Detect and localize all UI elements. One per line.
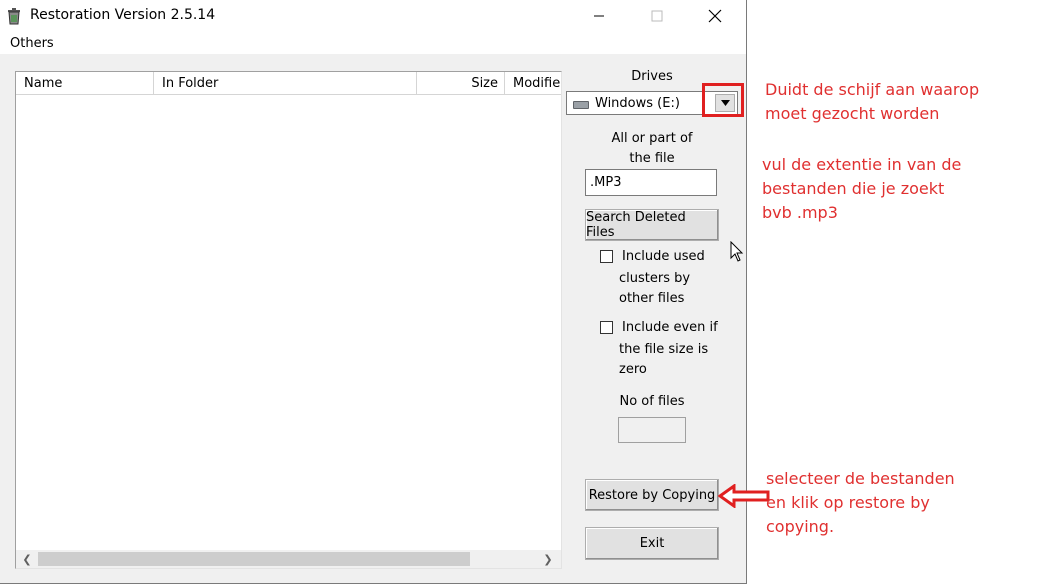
scroll-left-icon[interactable]: ❮ xyxy=(18,550,36,568)
scroll-right-icon[interactable]: ❯ xyxy=(539,550,557,568)
minimize-button[interactable] xyxy=(570,0,628,32)
include-used-clusters-line1: Include used xyxy=(622,249,705,264)
search-label-line2: the file xyxy=(629,151,675,166)
include-used-clusters-line2: clusters by xyxy=(619,271,691,286)
ext-note-line1: vul de extentie in van de xyxy=(762,155,962,174)
drive-note-line2: moet gezocht worden xyxy=(765,104,940,123)
restore-by-copying-button[interactable]: Restore by Copying xyxy=(585,479,719,511)
file-count-label: No of files xyxy=(619,394,685,409)
file-list-header: Name In Folder Size Modified xyxy=(16,72,561,95)
restore-note-line3: copying. xyxy=(766,517,835,536)
left-arrow-icon xyxy=(718,484,770,508)
restore-by-copying-label: Restore by Copying xyxy=(588,487,716,503)
drive-note-line1: Duidt de schijf aan waarop xyxy=(765,80,980,99)
restore-note-line2: en klik op restore by xyxy=(766,493,930,512)
drive-dropdown-highlight xyxy=(702,83,744,117)
ext-note-line2: bestanden die je zoekt xyxy=(762,179,945,198)
close-button[interactable] xyxy=(686,0,744,32)
include-used-clusters-checkbox[interactable] xyxy=(600,250,613,263)
file-count-value xyxy=(618,417,686,443)
column-header-modified[interactable]: Modified xyxy=(505,72,561,94)
window-title: Restoration Version 2.5.14 xyxy=(30,7,216,23)
close-icon xyxy=(708,9,722,23)
menu-item-others[interactable]: Others xyxy=(10,36,54,51)
drives-label: Drives xyxy=(631,69,673,84)
column-header-name[interactable]: Name xyxy=(16,72,154,94)
horizontal-scrollbar[interactable]: ❮ ❯ xyxy=(16,550,561,568)
maximize-icon xyxy=(651,10,663,22)
include-zero-size-line1: Include even if xyxy=(622,320,718,335)
maximize-button[interactable] xyxy=(628,0,686,32)
include-zero-size-checkbox[interactable] xyxy=(600,321,613,334)
include-used-clusters-line3: other files xyxy=(619,291,685,306)
title-bar: Restoration Version 2.5.14 xyxy=(0,0,746,32)
search-label-line1: All or part of xyxy=(611,131,693,146)
drive-icon xyxy=(573,101,589,109)
restore-note-line1: selecteer de bestanden xyxy=(766,469,955,488)
drive-select-value: Windows (E:) xyxy=(595,96,680,111)
search-deleted-files-button[interactable]: Search Deleted Files xyxy=(585,209,719,241)
mouse-cursor-icon xyxy=(730,241,744,262)
recycle-bin-icon xyxy=(8,8,20,25)
restoration-window: Restoration Version 2.5.14 Others Name I… xyxy=(0,0,747,584)
ext-note-line3: bvb .mp3 xyxy=(762,203,838,222)
exit-button[interactable]: Exit xyxy=(585,527,719,560)
menu-bar: Others xyxy=(0,32,746,54)
search-deleted-files-label: Search Deleted Files xyxy=(586,210,686,240)
include-zero-size-line2: the file size is xyxy=(619,342,709,357)
file-pattern-input[interactable] xyxy=(585,169,717,196)
minimize-icon xyxy=(594,15,604,17)
include-zero-size-line3: zero xyxy=(619,362,647,377)
column-header-size[interactable]: Size xyxy=(417,72,505,94)
file-list[interactable]: Name In Folder Size Modified ❮ ❯ xyxy=(15,71,562,569)
column-header-in-folder[interactable]: In Folder xyxy=(154,72,417,94)
scrollbar-thumb[interactable] xyxy=(38,552,470,566)
exit-label: Exit xyxy=(639,536,665,551)
